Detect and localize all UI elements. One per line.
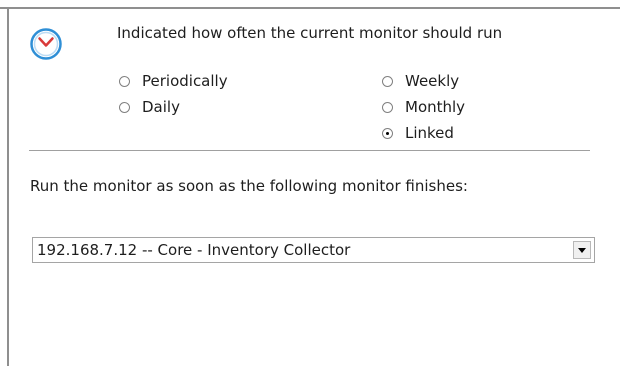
radio-label-periodically: Periodically bbox=[142, 72, 228, 90]
linked-instruction: Run the monitor as soon as the following… bbox=[30, 177, 468, 195]
radio-circle[interactable] bbox=[382, 101, 393, 113]
radio-daily[interactable]: Daily bbox=[119, 98, 180, 116]
radio-monthly[interactable]: Monthly bbox=[382, 98, 465, 116]
chevron-down-icon bbox=[578, 247, 586, 253]
panel-top-border bbox=[0, 7, 620, 9]
linked-monitor-value: 192.168.7.12 -- Core - Inventory Collect… bbox=[37, 241, 351, 259]
panel-left-border bbox=[7, 7, 9, 366]
radio-circle-checked[interactable] bbox=[382, 127, 393, 139]
clock-icon bbox=[30, 28, 62, 60]
radio-circle[interactable] bbox=[119, 75, 130, 87]
radio-circle[interactable] bbox=[382, 75, 393, 87]
radio-label-linked: Linked bbox=[405, 124, 454, 142]
linked-monitor-select[interactable]: 192.168.7.12 -- Core - Inventory Collect… bbox=[32, 237, 595, 263]
radio-label-weekly: Weekly bbox=[405, 72, 460, 90]
radio-linked[interactable]: Linked bbox=[382, 124, 454, 142]
radio-circle[interactable] bbox=[119, 101, 130, 113]
radio-periodically[interactable]: Periodically bbox=[119, 72, 228, 90]
schedule-description: Indicated how often the current monitor … bbox=[117, 24, 503, 42]
radio-weekly[interactable]: Weekly bbox=[382, 72, 459, 90]
dropdown-arrow-button[interactable] bbox=[573, 241, 591, 259]
radio-label-daily: Daily bbox=[142, 98, 180, 116]
radio-label-monthly: Monthly bbox=[405, 98, 466, 116]
section-divider bbox=[29, 150, 590, 151]
